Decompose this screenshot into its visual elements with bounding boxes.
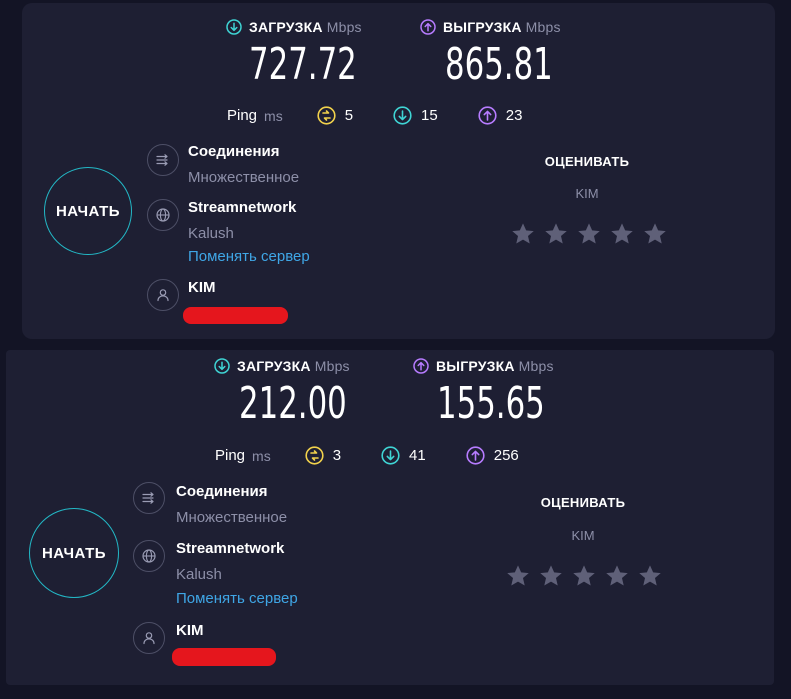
download-header: ЗАГРУЗКА Mbps [226, 19, 362, 35]
upload-unit: Mbps [525, 19, 561, 35]
upload-ping-value: 23 [505, 107, 523, 124]
user-icon-wrap [133, 622, 165, 654]
upload-header: ВЫГРУЗКА Mbps [413, 358, 554, 374]
star-icon[interactable] [571, 563, 597, 589]
rate-provider: KIM [571, 528, 595, 543]
server-location: Kalush [176, 566, 222, 583]
ping-row: Ping ms 5 15 23 [227, 106, 562, 125]
arrow-up-circle-icon [478, 106, 497, 125]
star-icon[interactable] [642, 221, 668, 247]
provider-name: KIM [176, 622, 204, 639]
upload-value: 865.81 [445, 39, 553, 90]
upload-value: 155.65 [437, 378, 545, 429]
download-ping: 41 [381, 446, 426, 465]
idle-ping-value: 5 [344, 107, 354, 124]
connections-icon [156, 154, 168, 166]
ping-unit: ms [264, 107, 283, 124]
download-ping: 15 [393, 106, 438, 125]
arrow-up-circle-icon [466, 446, 485, 465]
arrow-up-circle-icon [413, 358, 429, 374]
server-location: Kalush [188, 225, 234, 242]
rating-stars [510, 221, 668, 247]
arrow-up-circle-icon [420, 19, 436, 35]
star-icon[interactable] [604, 563, 630, 589]
user-icon-wrap [147, 279, 179, 311]
arrow-down-circle-icon [214, 358, 230, 374]
server-name: Streamnetwork [176, 540, 285, 557]
connections-icon-wrap [147, 144, 179, 176]
start-button[interactable]: НАЧАТЬ [29, 508, 119, 598]
upload-ping-value: 256 [493, 447, 519, 464]
download-ping-value: 15 [421, 107, 438, 124]
connections-value[interactable]: Множественное [176, 509, 287, 526]
user-icon [157, 289, 169, 302]
download-header: ЗАГРУЗКА Mbps [214, 358, 350, 374]
speedtest-result-panel: ЗАГРУЗКА Mbps 727.72 ВЫГРУЗКА Mbps 865.8… [22, 3, 775, 339]
ping-unit: ms [252, 447, 271, 464]
star-icon[interactable] [505, 563, 531, 589]
redaction-mark [183, 307, 288, 324]
download-label: ЗАГРУЗКА [249, 19, 323, 35]
connections-value[interactable]: Множественное [188, 169, 299, 186]
star-icon[interactable] [538, 563, 564, 589]
speedtest-result-panel: ЗАГРУЗКА Mbps 212.00 ВЫГРУЗКА Mbps 155.6… [6, 350, 774, 685]
upload-label: ВЫГРУЗКА [443, 19, 522, 35]
connections-icon [142, 492, 154, 504]
star-icon[interactable] [576, 221, 602, 247]
globe-icon-wrap [147, 199, 179, 231]
redaction-mark [172, 648, 276, 666]
arrow-down-circle-icon [381, 446, 400, 465]
user-icon [143, 632, 155, 645]
idle-ping: 5 [317, 106, 353, 125]
download-unit: Mbps [314, 358, 350, 374]
idle-ping-value: 3 [332, 447, 342, 464]
change-server-link[interactable]: Поменять сервер [176, 590, 298, 607]
globe-icon [142, 549, 156, 563]
idle-latency-icon [317, 106, 336, 125]
start-button[interactable]: НАЧАТЬ [44, 167, 132, 255]
ping-row: Ping ms 3 41 256 [215, 446, 559, 465]
star-icon[interactable] [543, 221, 569, 247]
globe-icon [156, 208, 170, 222]
rating-stars [505, 563, 663, 589]
connections-icon-wrap [133, 482, 165, 514]
rate-provider: KIM [575, 186, 599, 201]
rate-title: ОЦЕНИВАТЬ [544, 154, 630, 169]
arrow-down-circle-icon [226, 19, 242, 35]
download-label: ЗАГРУЗКА [237, 358, 311, 374]
server-name: Streamnetwork [188, 199, 297, 216]
upload-unit: Mbps [518, 358, 554, 374]
upload-ping: 23 [478, 106, 523, 125]
star-icon[interactable] [609, 221, 635, 247]
idle-ping: 3 [305, 446, 341, 465]
provider-name: KIM [188, 279, 216, 296]
star-icon[interactable] [637, 563, 663, 589]
ping-label: Ping [227, 107, 258, 124]
globe-icon-wrap [133, 540, 165, 572]
upload-ping: 256 [466, 446, 519, 465]
download-unit: Mbps [326, 19, 362, 35]
download-ping-value: 41 [409, 447, 426, 464]
connections-title: Соединения [188, 143, 280, 160]
upload-header: ВЫГРУЗКА Mbps [420, 19, 561, 35]
star-icon[interactable] [510, 221, 536, 247]
connections-title: Соединения [176, 483, 268, 500]
download-value: 212.00 [239, 378, 347, 429]
arrow-down-circle-icon [393, 106, 412, 125]
upload-label: ВЫГРУЗКА [436, 358, 515, 374]
rate-title: ОЦЕНИВАТЬ [540, 495, 626, 510]
download-value: 727.72 [249, 39, 357, 90]
change-server-link[interactable]: Поменять сервер [188, 248, 310, 265]
idle-latency-icon [305, 446, 324, 465]
ping-label: Ping [215, 447, 246, 464]
